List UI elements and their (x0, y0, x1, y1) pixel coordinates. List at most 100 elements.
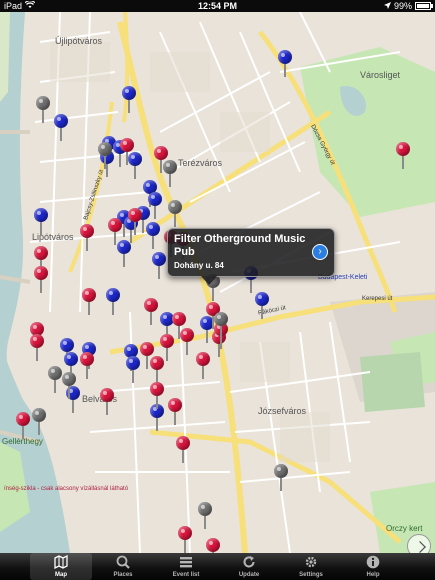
red-map-pin[interactable] (176, 436, 190, 464)
red-map-pin[interactable] (100, 388, 114, 416)
location-arrow-icon (383, 0, 391, 12)
tab-event-list-label: Event list (172, 572, 200, 578)
pin-stem (182, 449, 184, 463)
map-view[interactable]: Újlipótváros Terézváros Lipótváros Város… (0, 12, 435, 553)
pin-stem (114, 231, 116, 245)
blue-map-pin[interactable] (148, 192, 162, 220)
blue-map-pin[interactable] (54, 114, 68, 142)
blue-map-pin[interactable] (278, 50, 292, 78)
red-map-pin[interactable] (144, 298, 158, 326)
pin-head (274, 464, 288, 478)
red-map-pin[interactable] (160, 334, 174, 362)
page-curl-button[interactable] (407, 534, 431, 553)
pin-head (36, 96, 50, 110)
map-label-varosliget: Városliget (360, 70, 401, 80)
pin-head (154, 146, 168, 160)
pin-stem (156, 395, 158, 409)
pin-stem (156, 417, 158, 431)
pin-head (62, 372, 76, 386)
red-map-pin[interactable] (196, 352, 210, 380)
map-label-orczy: Orczy kert (386, 524, 423, 533)
pin-head (100, 388, 114, 402)
pin-head (82, 288, 96, 302)
pin-stem (72, 399, 74, 413)
gray-map-pin[interactable] (274, 464, 288, 492)
pin-head (168, 398, 182, 412)
gray-map-pin[interactable] (214, 312, 228, 340)
tab-places[interactable]: Places (92, 553, 154, 580)
pin-head (146, 222, 160, 236)
gray-map-pin[interactable] (163, 160, 177, 188)
gray-map-pin[interactable] (48, 366, 62, 394)
red-map-pin[interactable] (80, 352, 94, 380)
pin-head (206, 538, 220, 552)
map-icon (54, 554, 68, 570)
pin-stem (402, 155, 404, 169)
red-map-pin[interactable] (168, 398, 182, 426)
tab-event-list[interactable]: Event list (155, 553, 217, 580)
pin-stem (42, 109, 44, 123)
pin-stem (156, 369, 158, 383)
red-map-pin[interactable] (80, 224, 94, 252)
pin-stem (86, 237, 88, 251)
red-map-pin[interactable] (34, 266, 48, 294)
search-icon (116, 555, 130, 569)
red-map-pin[interactable] (120, 138, 134, 166)
tab-help[interactable]: Help (342, 553, 404, 580)
red-map-pin[interactable] (150, 382, 164, 410)
pin-head (172, 312, 186, 326)
battery-percent: 99% (393, 1, 412, 11)
pin-head (128, 208, 142, 222)
gray-map-pin[interactable] (98, 142, 112, 170)
pin-stem (158, 265, 160, 279)
blue-map-pin[interactable] (122, 86, 136, 114)
red-map-pin[interactable] (180, 328, 194, 356)
red-map-pin[interactable] (82, 288, 96, 316)
pin-head (30, 334, 44, 348)
tab-help-label: Help (366, 572, 380, 578)
gray-map-pin[interactable] (62, 372, 76, 400)
tab-map[interactable]: Map (30, 553, 92, 580)
pin-head (176, 436, 190, 450)
gray-map-pin[interactable] (168, 200, 182, 228)
gray-map-pin[interactable] (36, 96, 50, 124)
red-map-pin[interactable] (140, 342, 154, 370)
pin-stem (106, 401, 108, 415)
pin-head (54, 114, 68, 128)
battery-icon (415, 2, 433, 10)
pin-stem (174, 411, 176, 425)
pin-stem (132, 369, 134, 383)
pin-stem (36, 347, 38, 361)
disclosure-button[interactable]: › (312, 244, 328, 260)
blue-map-pin[interactable] (106, 288, 120, 316)
red-map-pin[interactable] (396, 142, 410, 170)
blue-map-pin[interactable] (34, 208, 48, 236)
pin-head (214, 312, 228, 326)
callout-address: Dohány u. 84 (174, 261, 224, 270)
pin-head (140, 342, 154, 356)
pin-stem (22, 425, 24, 439)
pin-stem (86, 365, 88, 379)
red-map-pin[interactable] (178, 526, 192, 553)
pin-stem (206, 329, 208, 343)
pin-head (178, 526, 192, 540)
red-map-pin[interactable] (16, 412, 30, 440)
red-map-pin[interactable] (30, 334, 44, 362)
pin-stem (220, 325, 222, 339)
tab-update[interactable]: Update (218, 553, 280, 580)
red-map-pin[interactable] (206, 538, 220, 553)
blue-map-pin[interactable] (126, 356, 140, 384)
status-time: 12:54 PM (197, 1, 238, 11)
gray-map-pin[interactable] (198, 502, 212, 530)
pin-stem (54, 379, 56, 393)
tab-settings[interactable]: Settings (280, 553, 342, 580)
pin-head (80, 352, 94, 366)
map-label-terezvaros: Terézváros (178, 158, 223, 168)
blue-map-pin[interactable] (146, 222, 160, 250)
red-map-pin[interactable] (128, 208, 142, 236)
blue-map-pin[interactable] (255, 292, 269, 320)
place-callout[interactable]: Filter Otherground Music Pub Dohány u. 8… (167, 228, 335, 285)
gray-map-pin[interactable] (32, 408, 46, 436)
pin-stem (134, 165, 136, 179)
red-map-pin[interactable] (108, 218, 122, 246)
